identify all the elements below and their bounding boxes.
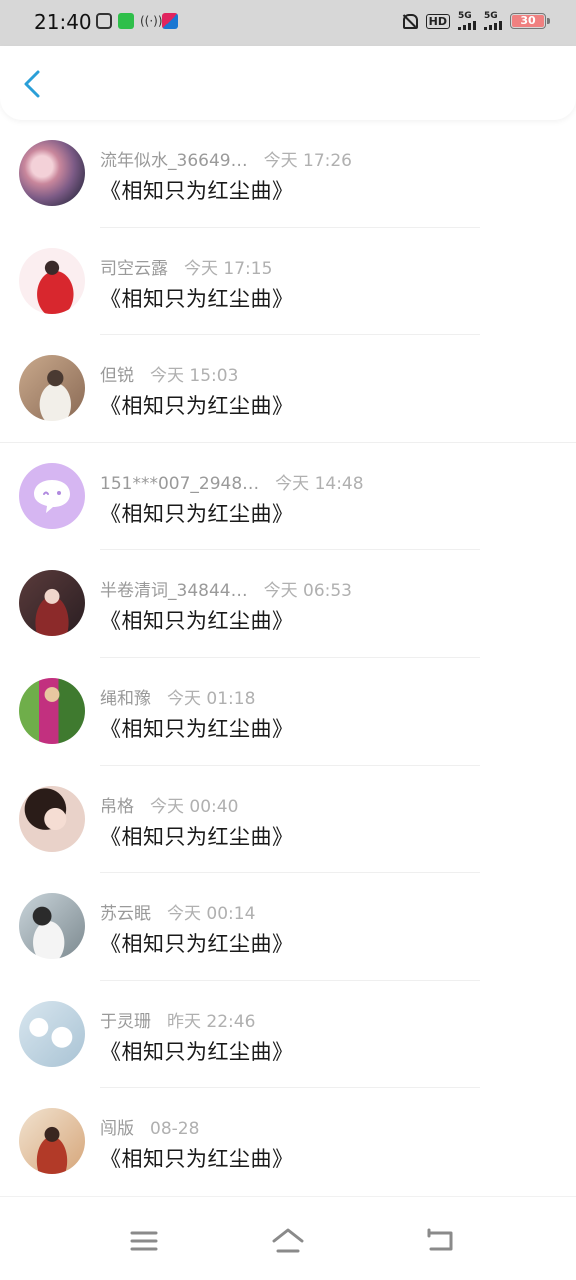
system-nav-bar	[0, 1196, 576, 1280]
message-text: 《相知只为红尘曲》	[100, 394, 294, 419]
message-text: 《相知只为红尘曲》	[100, 932, 294, 957]
avatar[interactable]	[19, 1108, 85, 1175]
sender-name: 苏云眠	[100, 904, 151, 925]
message-time: 今天 00:40	[150, 796, 239, 817]
status-left-icons: ((·))	[96, 13, 178, 29]
message-time: 昨天 22:46	[167, 1011, 256, 1032]
list-item[interactable]: 帛格 今天 00:40 《相知只为红尘曲》	[0, 766, 576, 874]
list-item[interactable]: 半卷清词_34844… 今天 06:53 《相知只为红尘曲》	[0, 550, 576, 658]
message-time: 今天 00:14	[167, 904, 256, 925]
home-button[interactable]	[271, 1227, 305, 1255]
chevron-left-icon	[24, 70, 40, 98]
message-text: 《相知只为红尘曲》	[100, 179, 294, 203]
sender-name: 闯版	[100, 1119, 134, 1140]
sender-name: 流年似水_36649…	[100, 151, 248, 171]
message-time: 今天 06:53	[263, 581, 352, 602]
message-time: 今天 01:18	[167, 688, 256, 709]
list-item[interactable]: 绳和豫 今天 01:18 《相知只为红尘曲》	[0, 658, 576, 766]
back-nav-button[interactable]	[423, 1227, 457, 1255]
message-time: 今天 17:15	[184, 258, 273, 279]
avatar[interactable]	[19, 1000, 85, 1067]
sender-name: 绳和豫	[100, 688, 151, 709]
list-item[interactable]: 闯版 08-28 《相知只为红尘曲》	[0, 1088, 576, 1196]
avatar[interactable]	[19, 677, 85, 744]
app-notification-icon	[162, 13, 178, 29]
list-item[interactable]: 流年似水_36649… 今天 17:26 《相知只为红尘曲》	[0, 120, 576, 228]
notification-app-icon	[96, 13, 112, 29]
message-time: 08-28	[150, 1119, 200, 1140]
message-text: 《相知只为红尘曲》	[100, 609, 294, 634]
avatar[interactable]	[19, 355, 85, 422]
list-item[interactable]: 司空云露 今天 17:15 《相知只为红尘曲》	[0, 228, 576, 336]
status-right-icons: HD 5G 5G 30	[400, 12, 550, 30]
status-time: 21:40	[34, 10, 92, 34]
menu-button[interactable]	[127, 1227, 161, 1255]
back-button[interactable]	[18, 68, 48, 100]
menu-icon	[130, 1231, 158, 1251]
mute-bell-icon	[400, 12, 418, 30]
avatar[interactable]	[19, 462, 85, 529]
list-item[interactable]: 苏云眠 今天 00:14 《相知只为红尘曲》	[0, 873, 576, 981]
sender-name: 帛格	[100, 796, 134, 817]
message-text: 《相知只为红尘曲》	[100, 286, 294, 311]
list-item[interactable]: 于灵珊 昨天 22:46 《相知只为红尘曲》	[0, 981, 576, 1089]
battery-level: 30	[512, 15, 544, 27]
message-time: 今天 15:03	[150, 366, 239, 387]
battery-icon: 30	[510, 13, 550, 29]
message-time: 今天 14:48	[275, 473, 364, 494]
list-item[interactable]: 但锐 今天 15:03 《相知只为红尘曲》	[0, 335, 576, 443]
avatar[interactable]	[19, 140, 85, 206]
sender-name: 151***007_2948…	[100, 473, 260, 494]
message-text: 《相知只为红尘曲》	[100, 1039, 294, 1064]
home-icon	[272, 1228, 304, 1253]
signal-sim2-icon: 5G	[484, 12, 502, 30]
back-icon	[427, 1228, 453, 1251]
sender-name: 于灵珊	[100, 1011, 151, 1032]
avatar[interactable]	[19, 247, 85, 314]
hd-badge: HD	[425, 13, 450, 29]
avatar[interactable]	[19, 570, 85, 637]
message-time: 今天 17:26	[263, 151, 352, 171]
status-bar: 21:40 ((·)) HD 5G 5G 30	[0, 0, 576, 46]
avatar[interactable]	[19, 785, 85, 852]
message-text: 《相知只为红尘曲》	[100, 824, 294, 849]
sender-name: 司空云露	[100, 258, 168, 279]
message-text: 《相知只为红尘曲》	[100, 716, 294, 741]
avatar[interactable]	[19, 893, 85, 960]
chat-bubble-icon	[34, 479, 70, 513]
sender-name: 半卷清词_34844…	[100, 581, 248, 602]
sender-name: 但锐	[100, 366, 134, 387]
signal-sim1-icon: 5G	[458, 12, 476, 30]
list-item[interactable]: 151***007_2948… 今天 14:48 《相知只为红尘曲》	[0, 443, 576, 551]
message-list: 流年似水_36649… 今天 17:26 《相知只为红尘曲》 司空云露 今天 1…	[0, 120, 576, 1196]
play-store-icon	[118, 13, 134, 29]
message-text: 《相知只为红尘曲》	[100, 1147, 294, 1172]
message-text: 《相知只为红尘曲》	[100, 501, 294, 526]
hotspot-icon: ((·))	[140, 14, 163, 28]
header	[0, 46, 576, 120]
